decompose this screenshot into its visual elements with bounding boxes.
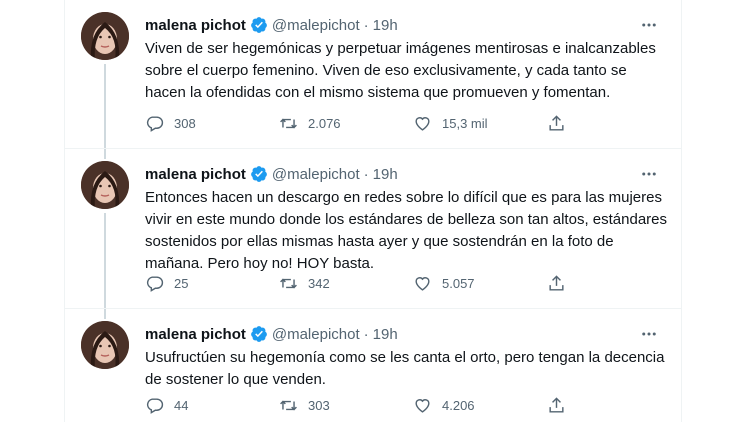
avatar[interactable] <box>81 161 129 209</box>
share-button[interactable] <box>547 114 576 133</box>
tweet[interactable]: malena pichot @malepichot · 19h Usufruct… <box>65 309 681 422</box>
separator-dot: · <box>363 325 369 343</box>
avatar[interactable] <box>81 321 129 369</box>
author-name[interactable]: malena pichot <box>145 17 246 34</box>
tweet-text: Entonces hacen un descargo en redes sobr… <box>145 189 667 272</box>
tweet-time[interactable]: 19h <box>373 326 398 343</box>
reply-count: 308 <box>174 115 196 131</box>
like-icon <box>415 398 430 413</box>
like-button[interactable]: 15,3 mil <box>413 114 547 133</box>
thread-line <box>104 64 106 149</box>
author-handle[interactable]: @malepichot <box>272 166 360 183</box>
like-button[interactable]: 4.206 <box>413 396 547 415</box>
retweet-icon <box>280 118 297 128</box>
tweet-text: Viven de ser hegemónicas y perpetuar imá… <box>145 40 656 101</box>
tweet-time[interactable]: 19h <box>373 166 398 183</box>
tweet-header: malena pichot @malepichot · 19h <box>145 324 669 344</box>
like-count: 15,3 mil <box>442 115 488 131</box>
thread-line <box>104 213 106 309</box>
retweet-button[interactable]: 342 <box>279 274 413 293</box>
separator-dot: · <box>363 16 369 34</box>
thread-line <box>104 309 106 319</box>
more-icon[interactable] <box>635 322 663 346</box>
retweet-button[interactable]: 2.076 <box>279 114 413 133</box>
like-icon <box>415 276 430 291</box>
like-icon <box>415 116 430 131</box>
verified-badge-icon <box>250 166 267 182</box>
share-icon <box>549 114 564 131</box>
retweet-count: 303 <box>308 397 330 413</box>
share-icon <box>549 396 564 413</box>
tweet-header: malena pichot @malepichot · 19h <box>145 15 669 35</box>
reply-button[interactable]: 308 <box>145 114 279 133</box>
retweet-icon <box>280 278 297 288</box>
author-handle[interactable]: @malepichot <box>272 17 360 34</box>
tweet-time[interactable]: 19h <box>373 17 398 34</box>
author-handle[interactable]: @malepichot <box>272 326 360 343</box>
share-button[interactable] <box>547 274 576 293</box>
separator-dot: · <box>363 165 369 183</box>
tweet-thread: malena pichot @malepichot · 19h Viven de… <box>64 0 682 422</box>
share-button[interactable] <box>547 396 576 415</box>
like-button[interactable]: 5.057 <box>413 274 547 293</box>
tweet-actions: 44 303 4.206 <box>145 395 595 415</box>
retweet-count: 342 <box>308 275 330 291</box>
more-icon[interactable] <box>635 162 663 186</box>
tweet-text: Usufructúen su hegemonía como se les can… <box>145 349 665 388</box>
tweet-actions: 308 2.076 15,3 mil <box>145 113 595 133</box>
retweet-button[interactable]: 303 <box>279 396 413 415</box>
reply-icon <box>146 115 164 132</box>
tweet-actions: 25 342 5.057 <box>145 273 595 293</box>
reply-count: 25 <box>174 275 189 291</box>
retweet-icon <box>280 400 297 410</box>
reply-button[interactable]: 25 <box>145 274 279 293</box>
author-name[interactable]: malena pichot <box>145 326 246 343</box>
retweet-count: 2.076 <box>308 115 341 131</box>
like-count: 4.206 <box>442 397 475 413</box>
thread-line <box>104 149 106 159</box>
like-count: 5.057 <box>442 275 475 291</box>
tweet-header: malena pichot @malepichot · 19h <box>145 164 669 184</box>
verified-badge-icon <box>250 17 267 33</box>
more-icon[interactable] <box>635 13 663 37</box>
reply-count: 44 <box>174 397 189 413</box>
reply-icon <box>146 275 164 292</box>
verified-badge-icon <box>250 326 267 342</box>
tweet[interactable]: malena pichot @malepichot · 19h Viven de… <box>65 0 681 149</box>
reply-button[interactable]: 44 <box>145 396 279 415</box>
reply-icon <box>146 397 164 414</box>
avatar[interactable] <box>81 12 129 60</box>
tweet[interactable]: malena pichot @malepichot · 19h Entonces… <box>65 149 681 309</box>
author-name[interactable]: malena pichot <box>145 166 246 183</box>
share-icon <box>549 274 564 291</box>
